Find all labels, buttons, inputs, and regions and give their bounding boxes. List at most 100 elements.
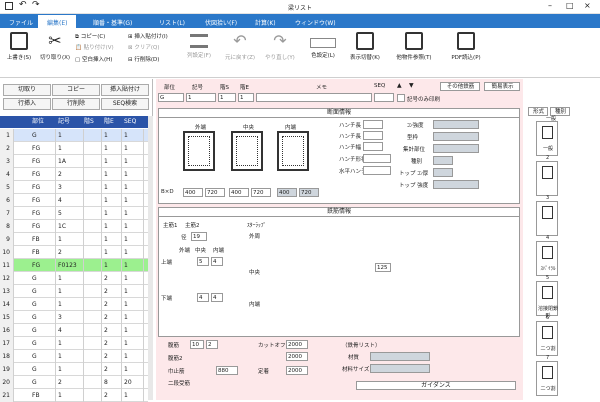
table-cell[interactable]: 1 [102, 168, 122, 181]
table-cell[interactable]: 1 [102, 207, 122, 220]
table-cell[interactable]: FB [30, 233, 56, 246]
table-cell[interactable]: 1 [56, 363, 84, 376]
table-cell[interactable]: G [30, 376, 56, 389]
table-cell[interactable] [82, 311, 102, 324]
table-row[interactable]: 4 FG 2 1 1 [0, 168, 148, 181]
maximize-icon[interactable]: □ [566, 1, 574, 10]
table-cell[interactable]: FG [30, 220, 56, 233]
insert-paste-small-button[interactable]: 挿入貼付け [101, 84, 149, 96]
seq-input[interactable] [374, 93, 394, 102]
save-button[interactable]: 上書き(S) [3, 30, 35, 61]
concrete-select[interactable] [433, 120, 479, 129]
table-row[interactable]: 12 G 1 2 1 [0, 272, 148, 285]
insert-paste-button[interactable]: ⊞ 挿入貼付け(I) [128, 32, 168, 43]
table-row[interactable]: 11 FG F0123 1 1 [0, 259, 148, 272]
table-cell[interactable] [82, 129, 102, 142]
table-cell[interactable] [82, 259, 102, 272]
table-cell[interactable]: F0123 [56, 259, 84, 272]
kaiE-input[interactable]: 1 [238, 93, 254, 102]
mold-select[interactable] [433, 132, 479, 141]
table-row[interactable]: 2 FG 1 1 1 [0, 142, 148, 155]
shape-option[interactable]: 3 [536, 195, 558, 236]
table-cell[interactable]: 1 [122, 129, 144, 142]
table-cell[interactable]: 1 [102, 246, 122, 259]
kigo-input[interactable]: 1 [186, 93, 216, 102]
table-cell[interactable]: G [30, 324, 56, 337]
haunch-width-input[interactable] [363, 142, 383, 151]
menu-tab-edit[interactable]: 編集(E) [38, 15, 77, 28]
table-cell[interactable] [82, 155, 102, 168]
main-bar1-tab[interactable]: 主筋1 [163, 221, 178, 229]
table-cell[interactable]: 3 [56, 311, 84, 324]
table-cell[interactable]: 1 [56, 337, 84, 350]
table-cell[interactable]: 1 [122, 272, 144, 285]
end-top-input[interactable]: 2000 [286, 366, 308, 375]
seq-down-icon[interactable]: ▼ [409, 82, 414, 89]
diameter-input[interactable]: 19 [191, 232, 207, 241]
table-cell[interactable]: FG [30, 259, 56, 272]
table-cell[interactable]: FB [30, 389, 56, 402]
table-cell[interactable] [82, 233, 102, 246]
table-cell[interactable]: 1 [102, 142, 122, 155]
shape-option[interactable]: 溶接閉鎖形 5 [536, 275, 558, 319]
table-cell[interactable]: 1 [122, 350, 144, 363]
cutoff-top-input[interactable]: 2000 [286, 340, 308, 349]
inner-d-input[interactable]: 720 [299, 188, 319, 197]
table-cell[interactable] [82, 142, 102, 155]
assemble-select[interactable] [433, 144, 479, 153]
table-cell[interactable]: FG [30, 194, 56, 207]
table-cell[interactable]: 3 [56, 181, 84, 194]
bottom-outer-input[interactable]: 4 [197, 293, 209, 302]
table-cell[interactable]: 1 [102, 129, 122, 142]
menu-tab-window[interactable]: ウィンドウ(W) [286, 15, 345, 28]
table-cell[interactable] [82, 298, 102, 311]
paste-button[interactable]: 📋 貼り付け(V) [75, 43, 114, 54]
menu-tab-list[interactable]: リスト(L) [150, 15, 194, 28]
undo-button[interactable]: ↶ 元に戻す(Z) [222, 30, 258, 62]
table-cell[interactable] [82, 246, 102, 259]
table-row[interactable]: 21 FB 1 2 1 [0, 389, 148, 402]
copy-small-button[interactable]: コピー [52, 84, 100, 96]
table-cell[interactable] [82, 376, 102, 389]
table-row[interactable]: 6 FG 4 1 1 [0, 194, 148, 207]
table-cell[interactable]: 1 [102, 155, 122, 168]
table-cell[interactable]: 1 [56, 272, 84, 285]
table-cell[interactable] [82, 337, 102, 350]
shape-option[interactable]: 2 [536, 155, 558, 196]
table-row[interactable]: 1G111 [0, 129, 148, 142]
table-cell[interactable] [82, 363, 102, 376]
horizontal-haunch-select[interactable] [363, 166, 391, 175]
table-cell[interactable]: FB [30, 246, 56, 259]
column-settings-button[interactable]: 列設定(F) [182, 30, 216, 59]
material2-select[interactable] [370, 352, 430, 361]
helper-input[interactable]: 880 [216, 366, 238, 375]
table-cell[interactable]: G [30, 272, 56, 285]
table-cell[interactable]: G [30, 129, 56, 142]
table-cell[interactable]: 2 [102, 311, 122, 324]
undo-icon[interactable]: ↶ [19, 0, 27, 10]
simple-display-button[interactable]: 簡易表示 [484, 82, 520, 91]
table-cell[interactable]: 2 [102, 363, 122, 376]
table-row[interactable]: 9 FB 1 1 1 [0, 233, 148, 246]
table-row[interactable]: 20 G 2 8 20 [0, 376, 148, 389]
table-cell[interactable]: 2 [102, 272, 122, 285]
pdf-load-button[interactable]: PDF読込(P) [446, 30, 486, 61]
inner-b-input[interactable]: 400 [277, 188, 297, 197]
table-row[interactable]: 14 G 1 2 1 [0, 298, 148, 311]
seq-search-button[interactable]: SEQ検索 [101, 98, 149, 110]
table-cell[interactable]: 1 [122, 142, 144, 155]
top-outer-input[interactable]: 5 [197, 257, 209, 266]
table-cell[interactable]: 1 [122, 155, 144, 168]
table-cell[interactable]: 20 [122, 376, 144, 389]
seq-up-icon[interactable]: ▲ [397, 82, 402, 89]
hinge-input[interactable]: 10 [190, 340, 204, 349]
center-d-input[interactable]: 720 [251, 188, 271, 197]
table-cell[interactable]: G [30, 337, 56, 350]
table-cell[interactable]: 1 [122, 311, 144, 324]
table-row[interactable]: 7 FG 5 1 1 [0, 207, 148, 220]
center-b-input[interactable]: 400 [229, 188, 249, 197]
table-cell[interactable]: 1 [102, 233, 122, 246]
table-row[interactable]: 5 FG 3 1 1 [0, 181, 148, 194]
color-settings-button[interactable]: 色設定(L) [304, 30, 342, 59]
print-checkbox[interactable] [397, 94, 405, 102]
